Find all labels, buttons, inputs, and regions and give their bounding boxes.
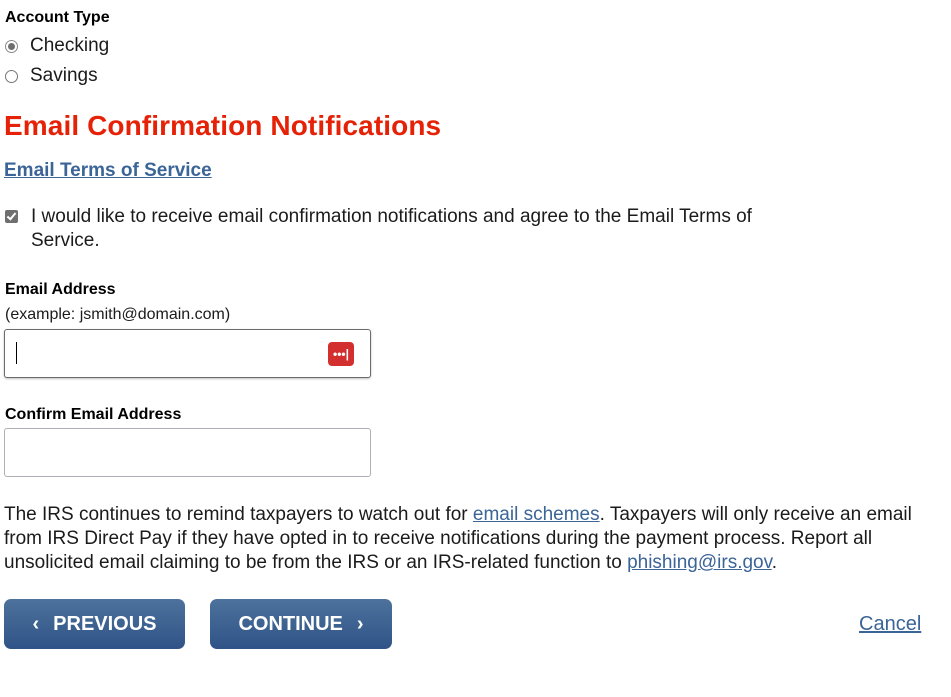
account-type-label: Account Type [5,9,110,26]
email-schemes-link[interactable]: email schemes [473,504,600,525]
confirm-email-input[interactable] [4,428,371,477]
email-address-input[interactable]: •••| [4,329,371,378]
previous-button-label: PREVIOUS [53,612,157,635]
text-caret [16,342,17,364]
consent-checkbox-label[interactable]: I would like to receive email confirmati… [31,205,801,253]
radio-savings[interactable]: Savings [5,65,98,87]
continue-button-label: CONTINUE [238,612,343,635]
email-section-heading: Email Confirmation Notifications [4,110,442,141]
cancel-link[interactable]: Cancel [859,613,921,636]
radio-checking-control[interactable] [5,39,18,53]
radio-savings-label[interactable]: Savings [30,65,98,87]
email-address-label: Email Address [5,281,116,298]
radio-checking[interactable]: Checking [5,35,109,57]
consent-checkbox-row[interactable]: I would like to receive email confirmati… [5,205,805,253]
chevron-right-icon: › [356,612,364,635]
radio-checking-label[interactable]: Checking [30,35,109,57]
notice-text-3: . [771,552,777,573]
password-manager-icon[interactable]: •••| [328,342,354,366]
continue-button[interactable]: CONTINUE › [210,599,392,649]
confirm-email-label: Confirm Email Address [5,406,182,423]
email-address-hint: (example: jsmith@domain.com) [5,306,231,323]
chevron-left-icon: ‹ [32,612,40,635]
previous-button[interactable]: ‹ PREVIOUS [4,599,185,649]
email-terms-link[interactable]: Email Terms of Service [4,160,212,182]
radio-savings-control[interactable] [5,69,18,83]
phishing-email-link[interactable]: phishing@irs.gov [627,552,772,573]
phishing-notice: The IRS continues to remind taxpayers to… [4,503,944,575]
consent-checkbox[interactable] [5,210,18,223]
notice-text-1: The IRS continues to remind taxpayers to… [4,504,473,525]
